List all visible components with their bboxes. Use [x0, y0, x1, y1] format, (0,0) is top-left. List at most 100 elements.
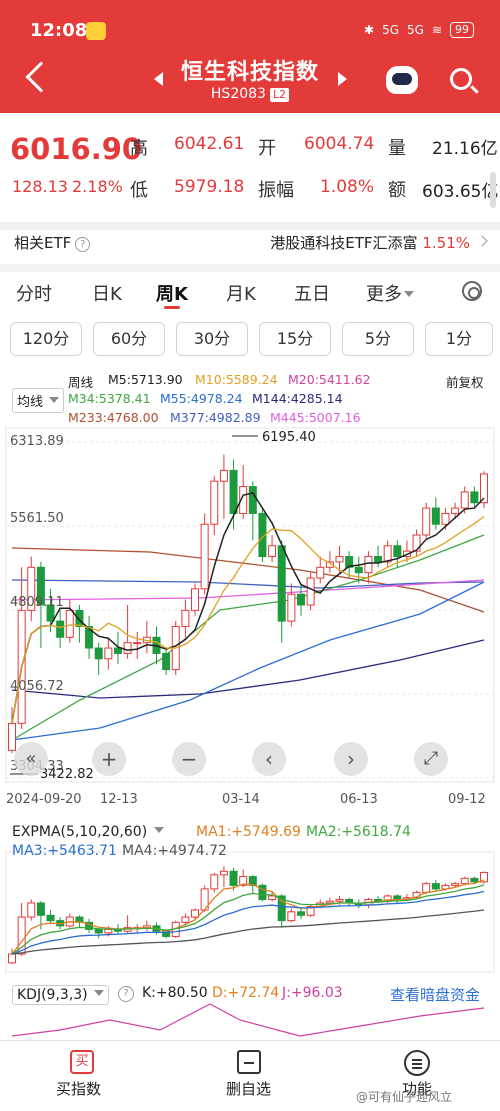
expma-frame: [5, 851, 495, 973]
kdj-j: J:+96.03: [282, 985, 343, 1001]
candle-body: [431, 507, 440, 525]
ma-144-line: [11, 639, 485, 699]
candle-body: [393, 545, 402, 558]
candle-body: [200, 523, 209, 590]
candle-body: [335, 556, 344, 563]
candle-body: [94, 647, 103, 660]
buy-icon[interactable]: 买: [70, 1050, 94, 1074]
candle-body: [268, 545, 277, 558]
expma-candle-body: [470, 877, 479, 883]
candle-body: [75, 609, 84, 628]
x-label-5: 09-12: [448, 792, 486, 807]
expma-candle-body: [431, 883, 440, 890]
expma-candle-body: [46, 914, 55, 922]
candle-body: [364, 556, 373, 574]
candle-body: [181, 609, 190, 628]
low-annotation: 3422.82: [40, 767, 94, 782]
candle-body: [422, 507, 431, 536]
expma-candle-body: [335, 898, 344, 902]
watermark: @可有仙子迎风立: [356, 1090, 453, 1104]
app-root: 12:08 ✱ 5G 5G ≋ 99 恒生科技指数 HS2083 L2 6016.…: [0, 0, 500, 1111]
remove-watchlist-button[interactable]: 删自选: [226, 1078, 271, 1099]
candle-body: [56, 620, 65, 638]
ma-34-line: [11, 534, 485, 741]
buy-index-button[interactable]: 买指数: [56, 1078, 101, 1099]
y-label-4: 4056.72: [10, 679, 64, 694]
y-label-2: 5561.50: [10, 511, 64, 526]
y-label-top: 6313.89: [10, 434, 64, 449]
candle-body: [470, 491, 479, 504]
rewind-icon[interactable]: «: [14, 742, 48, 776]
expma-ma4: MA4:+4974.72: [122, 843, 227, 859]
expma-candle-body: [219, 870, 228, 876]
candle-body: [296, 593, 305, 606]
expma-candle-body: [460, 877, 469, 885]
expma-candle-body: [181, 916, 190, 923]
expma-ma3: MA3:+5463.71: [12, 843, 117, 859]
x-label-2: 12-13: [100, 792, 138, 807]
expma-candle-body: [94, 928, 103, 934]
remove-watchlist-icon[interactable]: [237, 1050, 261, 1074]
expma-candle-body: [8, 953, 16, 964]
candle-body: [277, 545, 286, 622]
kdj-d: D:+72.74: [212, 985, 280, 1001]
zoom-out-icon[interactable]: −: [172, 742, 206, 776]
candle-body: [248, 486, 257, 514]
candle-body: [191, 588, 200, 611]
candle-body: [123, 642, 132, 654]
expma-ma2: MA2:+5618.74: [306, 824, 411, 840]
expma-label: EXPMA(5,10,20,60): [12, 824, 148, 840]
kdj-help-icon[interactable]: ?: [118, 986, 134, 1002]
candle-body: [451, 507, 460, 514]
expma-candle-body: [451, 883, 460, 886]
candle-body: [162, 652, 171, 671]
expma-candle-body: [229, 870, 238, 886]
candle-body: [113, 647, 122, 654]
high-annotation: 6195.40: [262, 430, 316, 445]
x-label-3: 03-14: [222, 792, 260, 807]
candle-body: [8, 722, 16, 751]
expma-candle-body: [191, 909, 200, 918]
expma-candle-body: [104, 928, 113, 934]
dark-pool-link[interactable]: 查看暗盘资金: [390, 984, 480, 1005]
candle-body: [133, 642, 142, 645]
menu-icon[interactable]: [404, 1050, 430, 1076]
caret-down-icon: [153, 827, 164, 833]
kdj-k: K:+80.50: [142, 985, 208, 1001]
expma-ma1: MA1:+5749.69: [196, 824, 301, 840]
candle-body: [354, 566, 363, 574]
expma-candle-body: [27, 902, 36, 918]
candle-body: [306, 577, 315, 606]
scroll-right-icon[interactable]: ›: [334, 742, 368, 776]
kdj-label: KDJ(9,3,3): [17, 987, 88, 1003]
ma-5-line: [11, 492, 485, 724]
candle-body: [65, 609, 74, 638]
expma-candle-body: [210, 874, 219, 890]
kline-chart[interactable]: [0, 0, 500, 1111]
scroll-left-icon[interactable]: ‹: [252, 742, 286, 776]
kdj-selector[interactable]: KDJ(9,3,3): [12, 985, 110, 1005]
expma-candle-body: [296, 911, 305, 916]
candle-body: [460, 491, 469, 509]
fullscreen-icon[interactable]: ⤢: [414, 742, 448, 776]
candle-body: [287, 593, 296, 622]
candle-body: [374, 556, 383, 563]
candle-body: [219, 469, 228, 482]
candle-body: [441, 512, 450, 525]
y-label-3: 4809.11: [10, 595, 64, 610]
zoom-in-icon[interactable]: +: [92, 742, 126, 776]
candle-body: [412, 534, 421, 552]
candle-body: [229, 469, 238, 514]
kdj-j-line: [11, 1003, 485, 1037]
expma-candle-body: [325, 900, 334, 904]
expma-selector[interactable]: EXPMA(5,10,20,60): [12, 824, 164, 840]
expma-candle-body: [422, 883, 431, 893]
expma-candle-body: [36, 902, 45, 916]
candle-body: [316, 566, 325, 579]
candle-body: [104, 647, 113, 660]
candle-body: [383, 545, 392, 563]
x-label-1: 2024-09-20: [6, 792, 82, 807]
x-label-4: 06-13: [340, 792, 378, 807]
expma-candle-body: [287, 911, 296, 922]
candle-body: [210, 480, 219, 525]
